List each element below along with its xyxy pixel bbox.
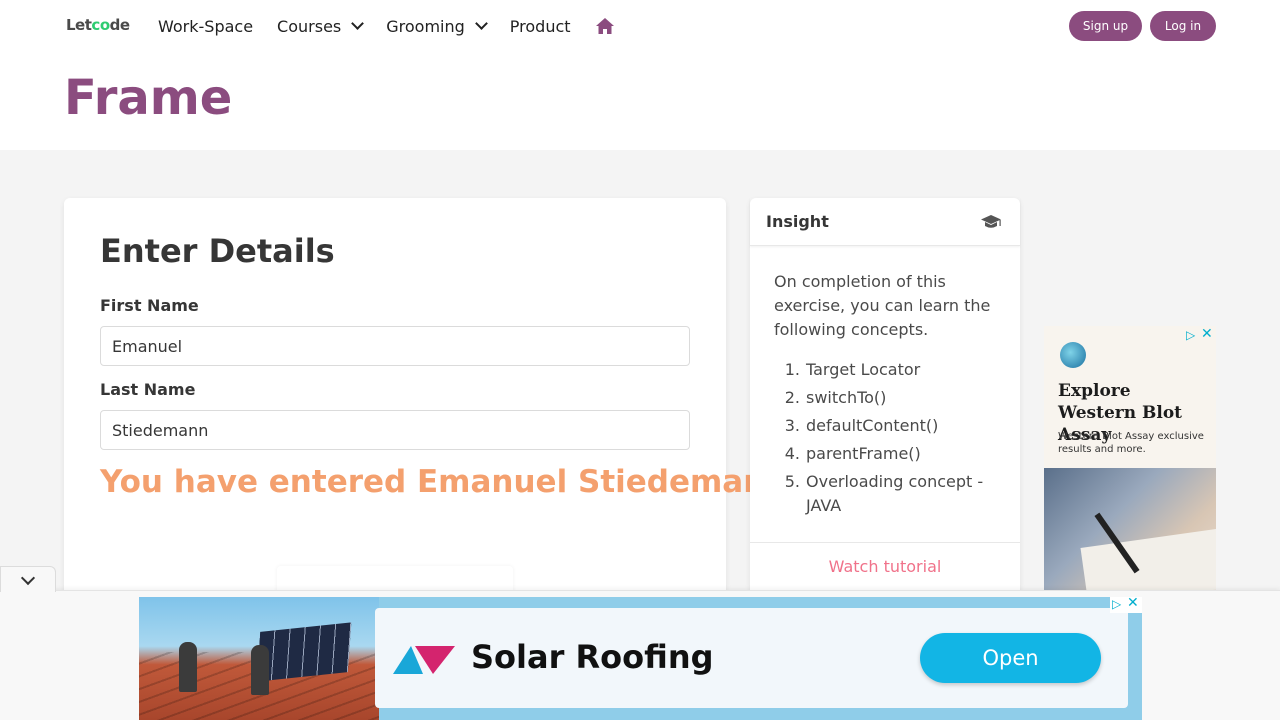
brand-logo-icon	[393, 646, 455, 674]
open-button[interactable]: Open	[920, 633, 1101, 683]
banner-photo	[139, 597, 379, 720]
list-item: 2. switchTo()	[774, 386, 996, 410]
nav-courses-label: Courses	[277, 16, 342, 36]
side-ad-content: ▷ ✕ Explore Western Blot Assay Western B…	[1044, 326, 1216, 468]
concept-text: defaultContent()	[806, 416, 939, 435]
top-navbar: Letcode Work-Space Courses Grooming Prod…	[0, 0, 1280, 150]
worker-shape	[251, 645, 269, 695]
banner-card: Solar Roofing Open	[375, 608, 1128, 708]
banner-ad[interactable]: Solar Roofing Open ▷ ✕	[139, 597, 1142, 720]
side-ad-image	[1044, 468, 1216, 590]
concept-text: Overloading concept - JAVA	[806, 472, 984, 515]
graduation-cap-icon	[981, 215, 1001, 228]
home-icon[interactable]	[595, 17, 615, 35]
list-item: 1. Target Locator	[774, 358, 996, 382]
list-number: 1.	[784, 360, 800, 379]
list-number: 2.	[784, 388, 800, 407]
list-number: 5.	[784, 472, 800, 491]
banner-title: Solar Roofing	[471, 638, 714, 676]
list-number: 3.	[784, 416, 800, 435]
close-icon[interactable]: ✕	[1201, 326, 1213, 342]
insight-title: Insight	[766, 212, 829, 231]
list-item: 5. Overloading concept - JAVA	[774, 470, 996, 518]
nav-product[interactable]: Product	[510, 17, 571, 36]
worker-shape	[179, 642, 197, 692]
chevron-down-icon	[351, 17, 365, 30]
signup-button[interactable]: Sign up	[1069, 11, 1142, 41]
list-number: 4.	[784, 444, 800, 463]
frame-card: Enter Details First Name Last Name You h…	[64, 198, 787, 626]
ad-choices-icon[interactable]: ▷	[1112, 597, 1121, 611]
insight-card: Insight On completion of this exercise, …	[750, 198, 1020, 598]
nav-workspace-label: Work-Space	[158, 16, 254, 36]
chevron-down-icon	[474, 17, 488, 30]
first-name-input[interactable]	[100, 326, 690, 366]
concept-text: switchTo()	[806, 388, 887, 407]
collapse-ad-button[interactable]	[0, 566, 56, 592]
list-item: 4. parentFrame()	[774, 442, 996, 466]
insight-intro: On completion of this exercise, you can …	[774, 272, 991, 339]
ad-logo	[1060, 342, 1086, 368]
nav-grooming-label: Grooming	[386, 16, 465, 36]
page-title: Frame	[64, 70, 233, 126]
letcode-logo[interactable]: Letcode	[66, 16, 130, 34]
nav-workspace[interactable]: Work-Space	[158, 17, 253, 36]
last-name-input[interactable]	[100, 410, 690, 450]
ad-choices-icon[interactable]: ▷	[1186, 328, 1195, 342]
solar-panel-shape	[256, 622, 352, 682]
concepts-list: 1. Target Locator 2. switchTo() 3. defaultC…	[774, 358, 996, 522]
concept-text: Target Locator	[806, 360, 921, 379]
main-nav: Work-Space Courses Grooming Product	[158, 14, 615, 38]
first-name-label: First Name	[100, 296, 199, 315]
list-item: 3. defaultContent()	[774, 414, 996, 438]
nav-product-label: Product	[509, 16, 571, 36]
login-button[interactable]: Log in	[1150, 11, 1216, 41]
chevron-down-icon	[20, 570, 36, 586]
side-ad-subtitle: Western Blot Assay exclusive results and…	[1058, 431, 1204, 455]
watch-tutorial-link[interactable]: Watch tutorial	[750, 557, 1020, 576]
nav-courses[interactable]: Courses	[277, 16, 365, 36]
form-heading: Enter Details	[100, 232, 335, 270]
nav-grooming[interactable]: Grooming	[386, 16, 488, 36]
last-name-label: Last Name	[100, 380, 196, 399]
result-text: You have entered Emanuel Stiedemann	[100, 464, 788, 500]
paper-shape	[1080, 528, 1216, 590]
concept-text: parentFrame()	[806, 444, 921, 463]
side-ad[interactable]: ▷ ✕ Explore Western Blot Assay Western B…	[1044, 326, 1216, 590]
insight-header: Insight	[750, 198, 1020, 246]
close-icon[interactable]: ✕	[1127, 597, 1139, 611]
